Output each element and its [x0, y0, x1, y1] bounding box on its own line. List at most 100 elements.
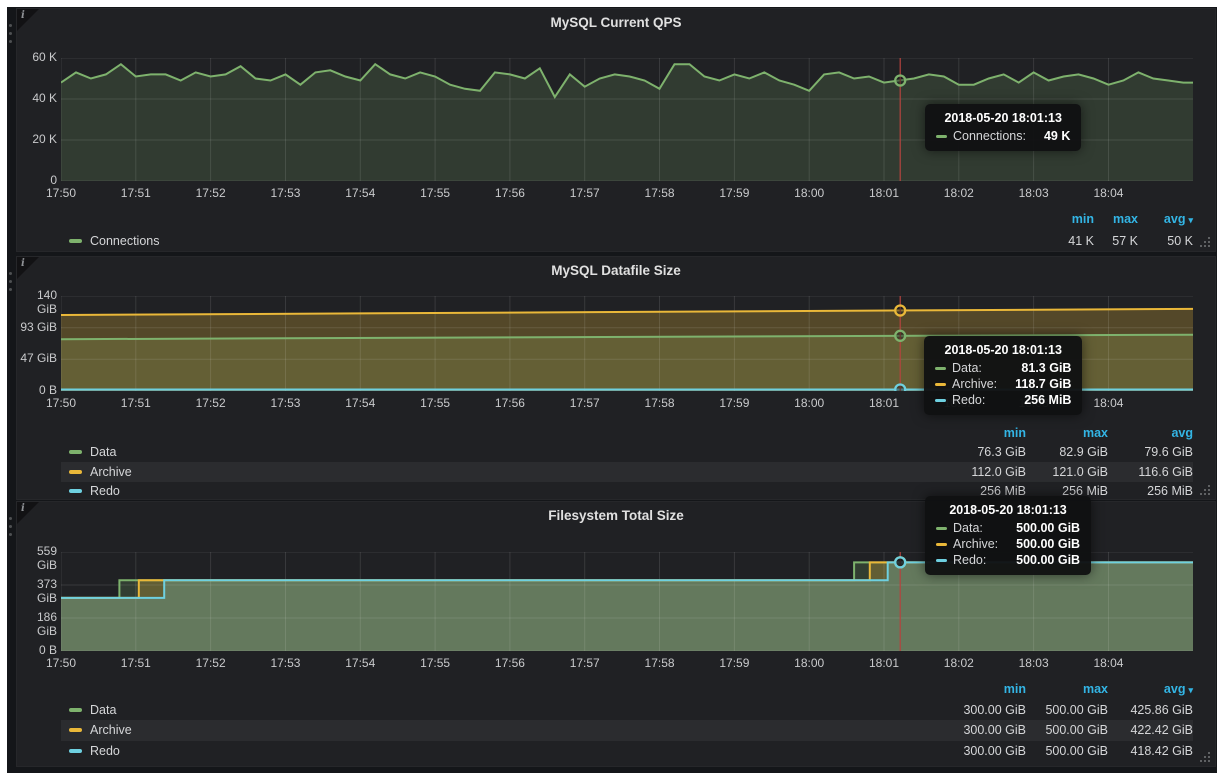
legend-header-min[interactable]: min — [944, 426, 1026, 440]
legend-series-name: Archive — [90, 723, 132, 737]
panel-resize-handle[interactable] — [1199, 484, 1212, 497]
row-drag-handle[interactable] — [9, 517, 12, 520]
grafana-dashboard: i MySQL Current QPS 020 K40 K60 K 17:501… — [0, 0, 1224, 784]
legend-stat-value: 79.6 GiB — [1108, 445, 1193, 459]
legend-row-archive: Archive300.00 GiB500.00 GiB422.42 GiB — [61, 720, 1193, 741]
tooltip-mysql-current-qps: 2018-05-20 18:01:13 Connections:49 K — [925, 104, 1081, 151]
legend-stat-value: 57 K — [1094, 234, 1138, 248]
y-tick-label: 93 GiB — [17, 320, 57, 334]
x-tick-label: 17:57 — [561, 656, 609, 670]
legend-header-max[interactable]: max — [1094, 212, 1138, 226]
legend-series-toggle[interactable]: Connections — [61, 234, 1038, 248]
x-tick-label: 17:59 — [710, 656, 758, 670]
legend-series-toggle[interactable]: Redo — [61, 744, 944, 758]
legend-stat-value: 116.6 GiB — [1108, 465, 1193, 479]
legend-header-row: minmaxavg — [61, 423, 1193, 443]
y-tick-label: 40 K — [17, 91, 57, 105]
tooltip-series-value: 118.7 GiB — [997, 377, 1071, 391]
crosshair-marker-redo — [895, 557, 905, 567]
legend-series-name: Archive — [90, 465, 132, 479]
legend-color-swatch — [69, 239, 82, 243]
tooltip-series-row: Data:500.00 GiB — [936, 521, 1080, 535]
x-tick-label: 17:51 — [112, 396, 160, 410]
x-tick-label: 17:52 — [187, 186, 235, 200]
y-tick-label: 60 K — [17, 50, 57, 64]
legend-header-avg[interactable]: avg — [1108, 426, 1193, 440]
x-tick-label: 17:54 — [336, 656, 384, 670]
legend-mysql-datafile-size: minmaxavgData76.3 GiB82.9 GiB79.6 GiBArc… — [61, 423, 1193, 501]
tooltip-series-label: Archive: — [953, 537, 998, 551]
legend-row-archive: Archive112.0 GiB121.0 GiB116.6 GiB — [61, 462, 1193, 482]
x-tick-label: 18:04 — [1084, 396, 1132, 410]
y-tick-label: 0 B — [17, 383, 57, 397]
crosshair-marker-redo — [895, 385, 905, 392]
crosshair-marker-data — [895, 331, 905, 341]
tooltip-timestamp: 2018-05-20 18:01:13 — [936, 111, 1070, 125]
legend-series-name: Data — [90, 445, 116, 459]
legend-header-label: max — [1083, 682, 1108, 696]
legend-header-row: min maxavg▾ — [61, 679, 1193, 700]
panel-title[interactable]: MySQL Datafile Size — [17, 263, 1215, 278]
row-drag-handle[interactable] — [9, 272, 12, 275]
tooltip-series-value: 256 MiB — [1006, 393, 1071, 407]
crosshair-marker-archive — [895, 306, 905, 316]
tooltip-timestamp: 2018-05-20 18:01:13 — [936, 503, 1080, 517]
legend-row-data: Data300.00 GiB500.00 GiB425.86 GiB — [61, 700, 1193, 721]
x-tick-label: 17:52 — [187, 656, 235, 670]
y-tick-label: 0 B — [17, 643, 57, 657]
legend-header-min[interactable]: min — [1038, 212, 1094, 226]
legend-color-swatch — [69, 450, 82, 454]
tooltip-series-row: Redo:500.00 GiB — [936, 553, 1080, 567]
legend-row-connections: Connections41 K57 K50 K — [61, 230, 1193, 252]
row-drag-handle[interactable] — [9, 24, 12, 27]
x-tick-label: 18:01 — [860, 396, 908, 410]
tooltip-series-dash — [935, 383, 946, 386]
legend-header-label: min — [1004, 426, 1026, 440]
x-tick-label: 17:57 — [561, 186, 609, 200]
legend-header-row: minmaxavg▾ — [61, 208, 1193, 230]
crosshair-marker-connections — [895, 76, 905, 86]
x-tick-label: 17:53 — [261, 656, 309, 670]
legend-series-toggle[interactable]: Archive — [61, 723, 944, 737]
x-tick-label: 17:51 — [112, 656, 160, 670]
tooltip-series-dash — [935, 367, 946, 370]
tooltip-series-dash — [936, 527, 947, 530]
tooltip-mysql-datafile-size: 2018-05-20 18:01:13Data:81.3 GiBArchive:… — [924, 336, 1082, 415]
x-tick-label: 18:04 — [1084, 656, 1132, 670]
legend-header-avg[interactable]: avg▾ — [1138, 212, 1193, 226]
legend-series-toggle[interactable]: Data — [61, 445, 944, 459]
x-tick-label: 17:50 — [37, 656, 85, 670]
series-fill-redo — [61, 562, 1193, 651]
tooltip-series-value: 500.00 GiB — [998, 521, 1080, 535]
legend-color-swatch — [69, 470, 82, 474]
tooltip-series-value: 500.00 GiB — [998, 537, 1080, 551]
tooltip-timestamp: 2018-05-20 18:01:13 — [935, 343, 1071, 357]
legend-stat-value: 418.42 GiB — [1108, 744, 1193, 758]
legend-header-max[interactable]: max — [1026, 682, 1108, 696]
tooltip-filesystem-total-size: 2018-05-20 18:01:13 Data:500.00 GiB Archiv… — [925, 496, 1091, 575]
y-tick-label: 559 GiB — [17, 544, 57, 572]
legend-series-toggle[interactable]: Archive — [61, 465, 944, 479]
x-tick-label: 18:02 — [935, 186, 983, 200]
x-tick-label: 18:03 — [1010, 656, 1058, 670]
legend-series-toggle[interactable]: Redo — [61, 484, 944, 498]
tooltip-series-row: Connections:49 K — [936, 129, 1070, 143]
x-tick-label: 18:01 — [860, 656, 908, 670]
legend-stat-value: 50 K — [1138, 234, 1193, 248]
legend-color-swatch — [69, 749, 82, 753]
panel-resize-handle[interactable] — [1199, 751, 1212, 764]
y-tick-label: 0 — [17, 173, 57, 187]
x-tick-label: 18:02 — [935, 656, 983, 670]
panel-title[interactable]: MySQL Current QPS — [17, 15, 1215, 30]
legend-series-toggle[interactable]: Data — [61, 703, 944, 717]
legend-color-swatch — [69, 708, 82, 712]
legend-header-avg[interactable]: avg▾ — [1108, 682, 1193, 696]
legend-header-min[interactable]: min — [944, 682, 1026, 696]
panel-resize-handle[interactable] — [1199, 236, 1212, 249]
legend-series-name: Connections — [90, 234, 160, 248]
x-tick-label: 17:56 — [486, 186, 534, 200]
legend-header-max[interactable]: max — [1026, 426, 1108, 440]
legend-stat-value: 500.00 GiB — [1026, 744, 1108, 758]
x-tick-label: 17:58 — [636, 186, 684, 200]
x-tick-label: 17:51 — [112, 186, 160, 200]
